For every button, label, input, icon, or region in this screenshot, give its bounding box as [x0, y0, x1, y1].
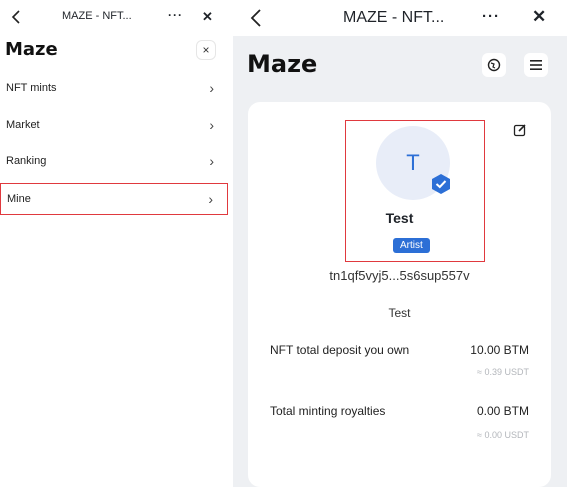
menu-item-ranking[interactable]: Ranking › [0, 145, 228, 177]
menu-close-button[interactable]: × [196, 40, 216, 60]
maze-logo: Maze [5, 39, 58, 60]
chevron-right-icon: › [209, 153, 214, 169]
profile-name: Test [385, 210, 414, 226]
close-button[interactable]: ✕ [532, 7, 546, 27]
globe-icon [487, 58, 501, 72]
more-button[interactable]: ··· [168, 8, 183, 22]
hamburger-icon [530, 60, 542, 70]
right-top-bar: MAZE - NFT... ··· ✕ [233, 0, 567, 36]
edit-profile-button[interactable] [510, 120, 530, 140]
left-screen: MAZE - NFT... ··· ✕ Maze × NFT mints › M… [0, 0, 228, 487]
menu-item-label: Mine [7, 193, 31, 205]
chevron-left-icon [250, 9, 261, 27]
language-button[interactable] [482, 53, 506, 77]
back-button[interactable] [247, 8, 265, 28]
menu-item-label: NFT mints [6, 82, 57, 94]
profile-bio: Test [388, 306, 411, 320]
more-button[interactable]: ··· [482, 8, 500, 25]
menu-item-market[interactable]: Market › [0, 109, 228, 141]
edit-icon [513, 124, 526, 137]
chevron-right-icon: › [209, 80, 214, 96]
menu-button[interactable] [524, 53, 548, 77]
right-screen: MAZE - NFT... ··· ✕ Maze T Test Artist t… [233, 0, 567, 487]
left-top-bar: MAZE - NFT... ··· ✕ [0, 0, 228, 34]
stat-label: NFT total deposit you own [270, 343, 410, 357]
stat-label: Total minting royalties [270, 404, 386, 418]
menu-item-label: Ranking [6, 155, 47, 167]
profile-card: T Test Artist tn1qf5vyj5...5s6sup557v Te… [248, 102, 551, 487]
chevron-right-icon: › [209, 117, 214, 133]
chevron-right-icon: › [208, 191, 213, 207]
page-title: MAZE - NFT... [62, 10, 132, 22]
close-button[interactable]: ✕ [202, 9, 213, 25]
stat-value: 0.00 BTM [476, 404, 529, 418]
stat-subvalue: ≈ 0.39 USDT [477, 367, 529, 377]
page-title: MAZE - NFT... [343, 9, 445, 26]
menu-item-label: Market [6, 119, 40, 131]
artist-badge: Artist [393, 238, 430, 253]
maze-logo: Maze [247, 50, 318, 78]
back-button[interactable] [8, 8, 24, 26]
menu-item-mine[interactable]: Mine › [0, 183, 228, 215]
menu-item-nft-mints[interactable]: NFT mints › [0, 72, 228, 104]
stat-subvalue: ≈ 0.00 USDT [477, 430, 529, 440]
wallet-address[interactable]: tn1qf5vyj5...5s6sup557v [248, 268, 551, 283]
chevron-left-icon [11, 10, 20, 24]
stat-value: 10.00 BTM [470, 343, 529, 357]
